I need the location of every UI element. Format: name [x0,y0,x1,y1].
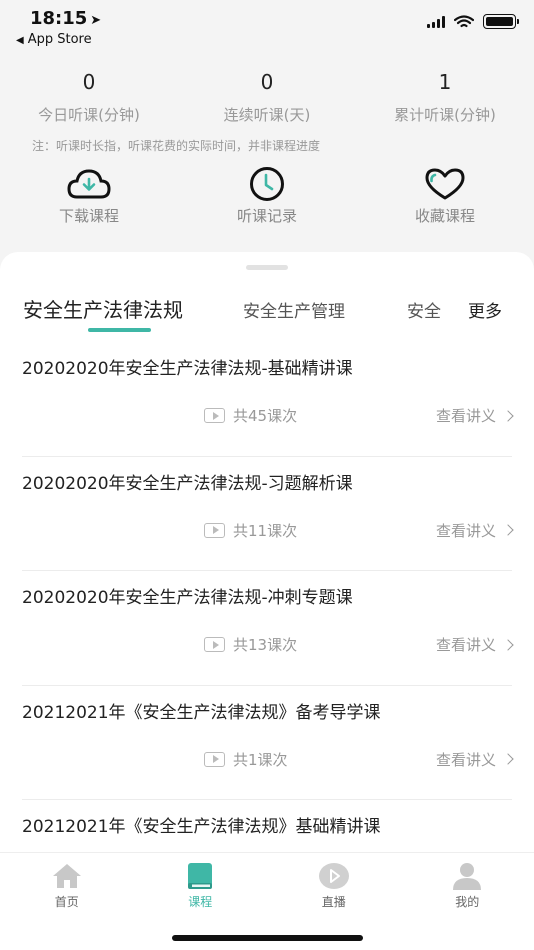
user-icon [453,863,482,890]
video-icon [204,408,225,423]
home-indicator[interactable] [172,935,363,941]
chevron-right-icon [502,753,514,765]
listening-history-button[interactable]: 听课记录 [178,166,356,226]
stat-today: 0 今日听课(分钟) [0,70,178,125]
nav-label: 首页 [54,895,79,909]
category-tabs: 安全生产法律法规 安全生产管理 安全 更多 [0,292,534,332]
course-title: 20202020年安全生产法律法规-冲刺专题课 [22,588,353,609]
shortcuts: 下载课程 听课记录 收藏课程 [0,166,534,226]
cloud-download-icon [67,169,111,199]
stat-label: 累计听课(分钟) [394,106,496,124]
nav-mine[interactable]: 我的 [401,853,534,917]
chevron-right-icon [502,639,514,651]
course-list: 20202020年安全生产法律法规-基础精讲课 共45课次 查看讲义 20202… [0,342,534,852]
view-notes-link[interactable]: 查看讲义 [436,749,514,770]
nav-label: 课程 [188,895,213,909]
stat-value: 0 [260,70,274,94]
chevron-right-icon [502,409,514,422]
download-courses-button[interactable]: 下载课程 [0,166,178,226]
tab-safety[interactable]: 安全 [407,297,441,322]
stats-note: 注：听课时长指，听课花费的实际时间，并非课程进度 [32,139,321,153]
play-icon [318,863,349,889]
back-to-app-store[interactable]: ◀ App Store [16,32,92,47]
shortcut-label: 下载课程 [58,207,119,225]
favorite-courses-button[interactable]: 收藏课程 [356,166,534,226]
stat-value: 0 [82,70,96,94]
stat-label: 今日听课(分钟) [38,106,140,124]
location-arrow-icon: ➤ [90,13,102,28]
lesson-count: 共13课次 [204,634,297,655]
course-title: 20202020年安全生产法律法规-习题解析课 [22,473,353,494]
battery-icon [483,14,519,29]
lesson-count: 共45课次 [204,405,297,426]
home-icon [52,864,81,888]
active-tab-indicator [88,328,151,332]
status-icons [427,14,519,29]
tab-more[interactable]: 更多 [468,297,502,322]
book-icon [188,863,213,889]
nav-live[interactable]: 直播 [267,853,401,917]
sheet-drag-handle[interactable] [246,265,288,270]
nav-home[interactable]: 首页 [0,853,134,917]
tab-safety-law[interactable]: 安全生产法律法规 [23,294,183,323]
video-icon [204,522,225,538]
stat-streak: 0 连续听课(天) [178,70,356,125]
nav-label: 我的 [455,895,480,909]
view-notes-link[interactable]: 查看讲义 [436,405,514,426]
shortcut-label: 收藏课程 [414,207,475,225]
shortcut-label: 听课记录 [236,207,297,225]
stat-value: 1 [438,70,452,94]
nav-label: 直播 [321,895,346,909]
tab-safety-management[interactable]: 安全生产管理 [243,297,345,322]
view-notes-link[interactable]: 查看讲义 [436,634,514,655]
course-title: 20212021年《安全生产法律法规》基础精讲课 [22,817,381,838]
list-item[interactable]: 20212021年《安全生产法律法规》基础精讲课 [22,800,512,852]
course-sheet: 安全生产法律法规 安全生产管理 安全 更多 20202020年安全生产法律法规-… [0,252,534,852]
chevron-right-icon [502,524,514,536]
wifi-icon [454,14,474,27]
signal-icon [427,15,445,28]
nav-courses[interactable]: 课程 [134,853,268,917]
list-item[interactable]: 20212021年《安全生产法律法规》备考导学课 共1课次 查看讲义 [22,686,514,801]
stat-total: 1 累计听课(分钟) [356,70,534,125]
status-time: 18:15 ➤ [30,8,102,29]
listening-stats: 0 今日听课(分钟) 0 连续听课(天) 1 累计听课(分钟) [0,70,534,125]
heart-icon [425,168,465,200]
bottom-tab-bar: 首页 课程 直播 我的 [0,852,534,950]
list-item[interactable]: 20202020年安全生产法律法规-基础精讲课 共45课次 查看讲义 [22,342,514,457]
list-item[interactable]: 20202020年安全生产法律法规-冲刺专题课 共13课次 查看讲义 [22,571,514,686]
view-notes-link[interactable]: 查看讲义 [436,520,514,541]
video-icon [204,637,225,653]
course-title: 20212021年《安全生产法律法规》备考导学课 [22,702,381,723]
list-item[interactable]: 20202020年安全生产法律法规-习题解析课 共11课次 查看讲义 [22,457,514,572]
course-title: 20202020年安全生产法律法规-基础精讲课 [22,359,353,379]
lesson-count: 共11课次 [204,520,297,541]
clock-icon [250,167,284,201]
video-icon [204,751,225,767]
stat-label: 连续听课(天) [223,106,311,124]
lesson-count: 共1课次 [204,749,288,770]
status-bar: 18:15 ➤ ◀ App Store [0,0,534,54]
back-triangle-icon: ◀ [16,35,24,46]
